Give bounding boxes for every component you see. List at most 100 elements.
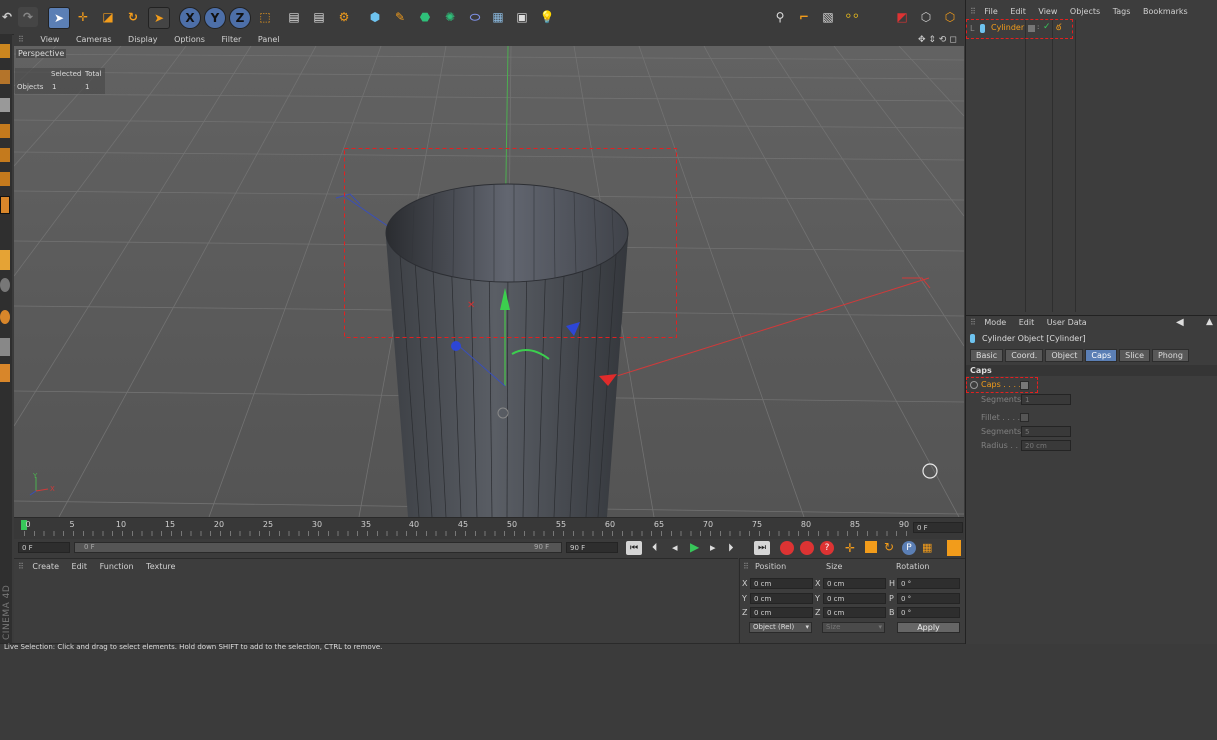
key-rotation-icon[interactable]: ↻ xyxy=(884,540,894,554)
om-grip-icon[interactable]: ⠿ xyxy=(970,7,976,16)
am-grip-icon[interactable]: ⠿ xyxy=(970,318,976,327)
rot-p-field[interactable]: 0 ° xyxy=(897,593,960,604)
goto-end-icon[interactable]: ⏭ xyxy=(754,541,770,555)
move-icon[interactable]: ✛ xyxy=(73,7,93,27)
fillet-checkbox[interactable] xyxy=(1020,413,1029,422)
scale-icon[interactable]: ◪ xyxy=(98,7,118,27)
up-arrow-icon[interactable]: ▲ xyxy=(1206,317,1213,327)
lock-icon[interactable] xyxy=(0,338,10,356)
menu-mode[interactable]: Mode xyxy=(984,318,1006,327)
frame-range-slider[interactable] xyxy=(74,542,562,553)
menu-file[interactable]: File xyxy=(984,7,997,16)
pen-icon[interactable]: ✎ xyxy=(390,7,410,27)
timeline-layout-icon[interactable] xyxy=(947,540,961,556)
menu-cameras[interactable]: Cameras xyxy=(76,35,112,44)
snap-settings-icon[interactable] xyxy=(0,278,10,292)
solo-icon[interactable]: ⬡ xyxy=(916,7,936,27)
start-frame-field[interactable]: 0 F xyxy=(18,542,70,553)
redo-icon[interactable]: ↷ xyxy=(18,7,38,27)
render-settings-icon[interactable]: ⚙ xyxy=(334,7,354,27)
x-axis-icon[interactable]: X xyxy=(179,7,201,29)
material-menu-grip-icon[interactable]: ⠿ xyxy=(18,562,24,571)
pos-z-field[interactable]: 0 cm xyxy=(750,607,813,618)
play-icon[interactable]: ▶ xyxy=(690,540,699,554)
coordinate-mode-select[interactable]: Object (Rel) ▾ xyxy=(749,622,812,633)
deformer-icon[interactable]: ⬭ xyxy=(465,7,485,27)
camera-icon[interactable]: ▣ xyxy=(512,7,532,27)
menu-user-data[interactable]: User Data xyxy=(1047,318,1087,327)
tab-phong[interactable]: Phong xyxy=(1151,349,1189,362)
apply-button[interactable]: Apply xyxy=(897,622,960,633)
menu-edit[interactable]: Edit xyxy=(1010,7,1026,16)
undo-icon[interactable]: ↶ xyxy=(0,7,14,27)
points-mode-icon[interactable] xyxy=(0,124,10,138)
make-editable-icon[interactable] xyxy=(0,44,10,58)
menu-display[interactable]: Display xyxy=(128,35,158,44)
rot-b-field[interactable]: 0 ° xyxy=(897,607,960,618)
rotate-icon[interactable]: ↻ xyxy=(123,7,143,27)
snap-icon[interactable]: ⌐ xyxy=(794,7,814,27)
size-z-field[interactable]: 0 cm xyxy=(823,607,886,618)
live-selection-icon[interactable]: ➤ xyxy=(48,7,70,29)
menu-view[interactable]: View xyxy=(40,35,59,44)
cube-icon[interactable]: ⬢ xyxy=(365,7,385,27)
layout-icon[interactable]: ◩ xyxy=(892,7,912,27)
menu-tags[interactable]: Tags xyxy=(1113,7,1131,16)
floor-icon[interactable]: ▦ xyxy=(488,7,508,27)
size-x-field[interactable]: 0 cm xyxy=(823,578,886,589)
axis-modifier-icon[interactable]: ⚪⚪ xyxy=(842,7,862,27)
workplane-mode-icon[interactable] xyxy=(0,310,10,324)
viewport-menu-grip-icon[interactable]: ⠿ xyxy=(18,35,24,44)
subdivision-icon[interactable]: ⬣ xyxy=(415,7,435,27)
layer-icon[interactable]: ⬡ xyxy=(940,7,960,27)
array-icon[interactable]: ✺ xyxy=(440,7,460,27)
tweak-mode-icon[interactable] xyxy=(0,250,10,270)
viewport-nav-icons[interactable]: ✥ ⇕ ⟲ ◻ xyxy=(918,35,957,45)
menu-edit[interactable]: Edit xyxy=(72,562,88,571)
axis-mode-icon[interactable] xyxy=(0,196,10,214)
tab-coord[interactable]: Coord. xyxy=(1005,349,1044,362)
tab-slice[interactable]: Slice xyxy=(1119,349,1150,362)
menu-options[interactable]: Options xyxy=(174,35,205,44)
render-view-icon[interactable]: ▤ xyxy=(284,7,304,27)
texture-mode-icon[interactable] xyxy=(0,98,10,112)
polygons-mode-icon[interactable] xyxy=(0,172,10,186)
size-y-field[interactable]: 0 cm xyxy=(823,593,886,604)
fillet-segments-field[interactable]: 5 xyxy=(1021,426,1071,437)
size-mode-select[interactable]: Size ▾ xyxy=(822,622,885,633)
z-axis-icon[interactable]: Z xyxy=(229,7,251,29)
pos-y-field[interactable]: 0 cm xyxy=(750,593,813,604)
end-frame-field[interactable]: 90 F xyxy=(566,542,618,553)
menu-view[interactable]: View xyxy=(1038,7,1057,16)
back-arrow-icon[interactable]: ◀ xyxy=(1176,317,1184,328)
prev-key-icon[interactable]: ⏴ xyxy=(652,541,658,555)
viewport[interactable]: ✕ Y X xyxy=(14,46,964,517)
edges-mode-icon[interactable] xyxy=(0,148,10,162)
menu-bookmarks[interactable]: Bookmarks xyxy=(1143,7,1188,16)
recent-tool-icon[interactable]: ➤ xyxy=(148,7,170,29)
grid-icon[interactable] xyxy=(0,364,10,382)
menu-function[interactable]: Function xyxy=(100,562,134,571)
menu-edit[interactable]: Edit xyxy=(1019,318,1035,327)
fillet-radius-field[interactable]: 20 cm xyxy=(1021,440,1071,451)
current-frame-field[interactable]: 0 F xyxy=(913,522,963,533)
y-axis-icon[interactable]: Y xyxy=(204,7,226,29)
menu-panel[interactable]: Panel xyxy=(258,35,280,44)
workplane-icon[interactable]: ▧ xyxy=(818,7,838,27)
tab-object[interactable]: Object xyxy=(1045,349,1084,362)
key-parameter-icon[interactable]: P xyxy=(902,541,916,555)
next-key-icon[interactable]: ⏵ xyxy=(728,541,734,555)
key-pla-icon[interactable]: ▦ xyxy=(922,541,932,554)
tab-basic[interactable]: Basic xyxy=(970,349,1004,362)
rot-h-field[interactable]: 0 ° xyxy=(897,578,960,589)
auto-key-icon[interactable] xyxy=(800,541,814,555)
menu-objects[interactable]: Objects xyxy=(1070,7,1100,16)
world-coordinate-icon[interactable]: ⬚ xyxy=(255,7,275,27)
menu-filter[interactable]: Filter xyxy=(222,35,242,44)
menu-texture[interactable]: Texture xyxy=(146,562,175,571)
pos-x-field[interactable]: 0 cm xyxy=(750,578,813,589)
prev-frame-icon[interactable]: ◂ xyxy=(672,541,678,554)
keyframe-selection-icon[interactable]: ? xyxy=(820,541,834,555)
record-icon[interactable] xyxy=(780,541,794,555)
tab-caps[interactable]: Caps xyxy=(1085,349,1118,362)
